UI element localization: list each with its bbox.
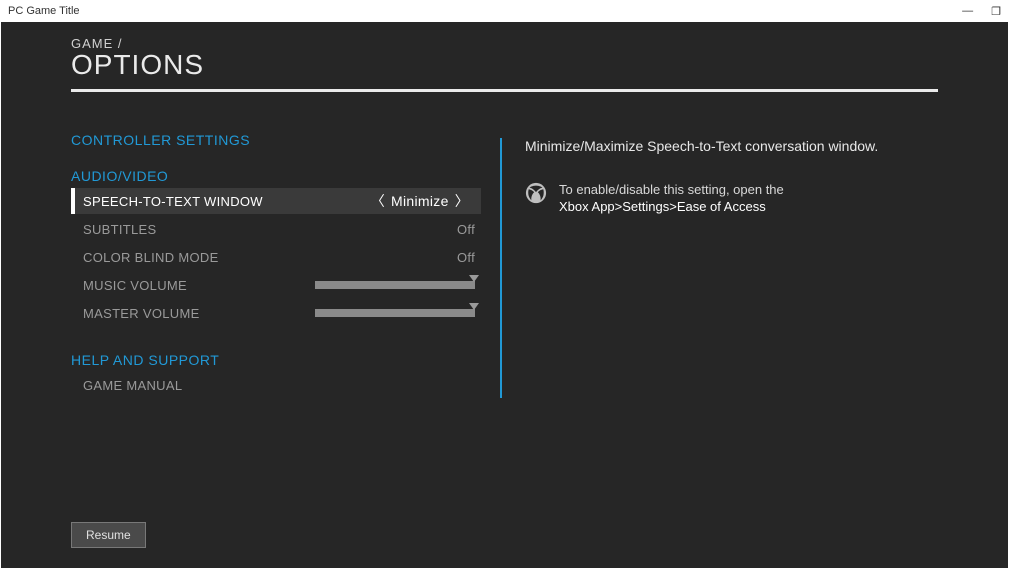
option-value: Off (457, 250, 475, 265)
option-music-volume[interactable]: MUSIC VOLUME (71, 272, 481, 298)
master-volume-slider[interactable] (315, 309, 475, 317)
option-subtitles[interactable]: SUBTITLES Off (71, 216, 481, 242)
detail-panel: Minimize/Maximize Speech-to-Text convers… (521, 132, 878, 398)
option-value: Minimize (391, 193, 449, 209)
option-speech-to-text-window[interactable]: SPEECH-TO-TEXT WINDOW 〈 Minimize 〉 (71, 188, 481, 214)
setting-description: Minimize/Maximize Speech-to-Text convers… (525, 138, 878, 154)
music-volume-slider[interactable] (315, 281, 475, 289)
page-header: GAME / OPTIONS (1, 22, 1008, 81)
page-title: OPTIONS (71, 49, 938, 81)
option-label: SPEECH-TO-TEXT WINDOW (83, 194, 365, 209)
option-value-selector: 〈 Minimize 〉 (365, 191, 475, 211)
window-title: PC Game Title (8, 5, 80, 17)
window-titlebar: PC Game Title — ❐ (0, 0, 1009, 22)
chevron-left-icon[interactable]: 〈 (365, 191, 391, 211)
helper-path: Xbox App>Settings>Ease of Access (559, 199, 766, 214)
helper-line: To enable/disable this setting, open the (559, 182, 784, 197)
option-game-manual[interactable]: GAME MANUAL (71, 372, 481, 398)
game-viewport: GAME / OPTIONS CONTROLLER SETTINGS AUDIO… (1, 22, 1008, 568)
restore-window-icon[interactable]: ❐ (991, 5, 1001, 18)
option-label: MUSIC VOLUME (83, 278, 315, 293)
content-area: CONTROLLER SETTINGS AUDIO/VIDEO SPEECH-T… (1, 132, 1008, 398)
helper-text: To enable/disable this setting, open the… (559, 182, 784, 216)
option-label: SUBTITLES (83, 222, 457, 237)
minimize-window-icon[interactable]: — (962, 5, 973, 17)
option-color-blind-mode[interactable]: COLOR BLIND MODE Off (71, 244, 481, 270)
option-label: MASTER VOLUME (83, 306, 315, 321)
section-audio-video[interactable]: AUDIO/VIDEO (71, 168, 481, 184)
chevron-right-icon[interactable]: 〉 (449, 191, 475, 211)
settings-menu: CONTROLLER SETTINGS AUDIO/VIDEO SPEECH-T… (71, 132, 481, 398)
vertical-divider (500, 138, 502, 398)
slider-handle-icon[interactable] (469, 275, 479, 282)
window-controls: — ❐ (962, 5, 1001, 18)
option-label: GAME MANUAL (83, 378, 481, 393)
option-value: Off (457, 222, 475, 237)
header-divider (71, 89, 938, 92)
helper-note: To enable/disable this setting, open the… (525, 182, 878, 216)
xbox-icon (525, 182, 547, 216)
section-controller-settings[interactable]: CONTROLLER SETTINGS (71, 132, 481, 148)
slider-handle-icon[interactable] (469, 303, 479, 310)
resume-button[interactable]: Resume (71, 522, 146, 548)
column-divider (481, 132, 521, 398)
option-label: COLOR BLIND MODE (83, 250, 457, 265)
section-help-support[interactable]: HELP AND SUPPORT (71, 352, 481, 368)
option-master-volume[interactable]: MASTER VOLUME (71, 300, 481, 326)
